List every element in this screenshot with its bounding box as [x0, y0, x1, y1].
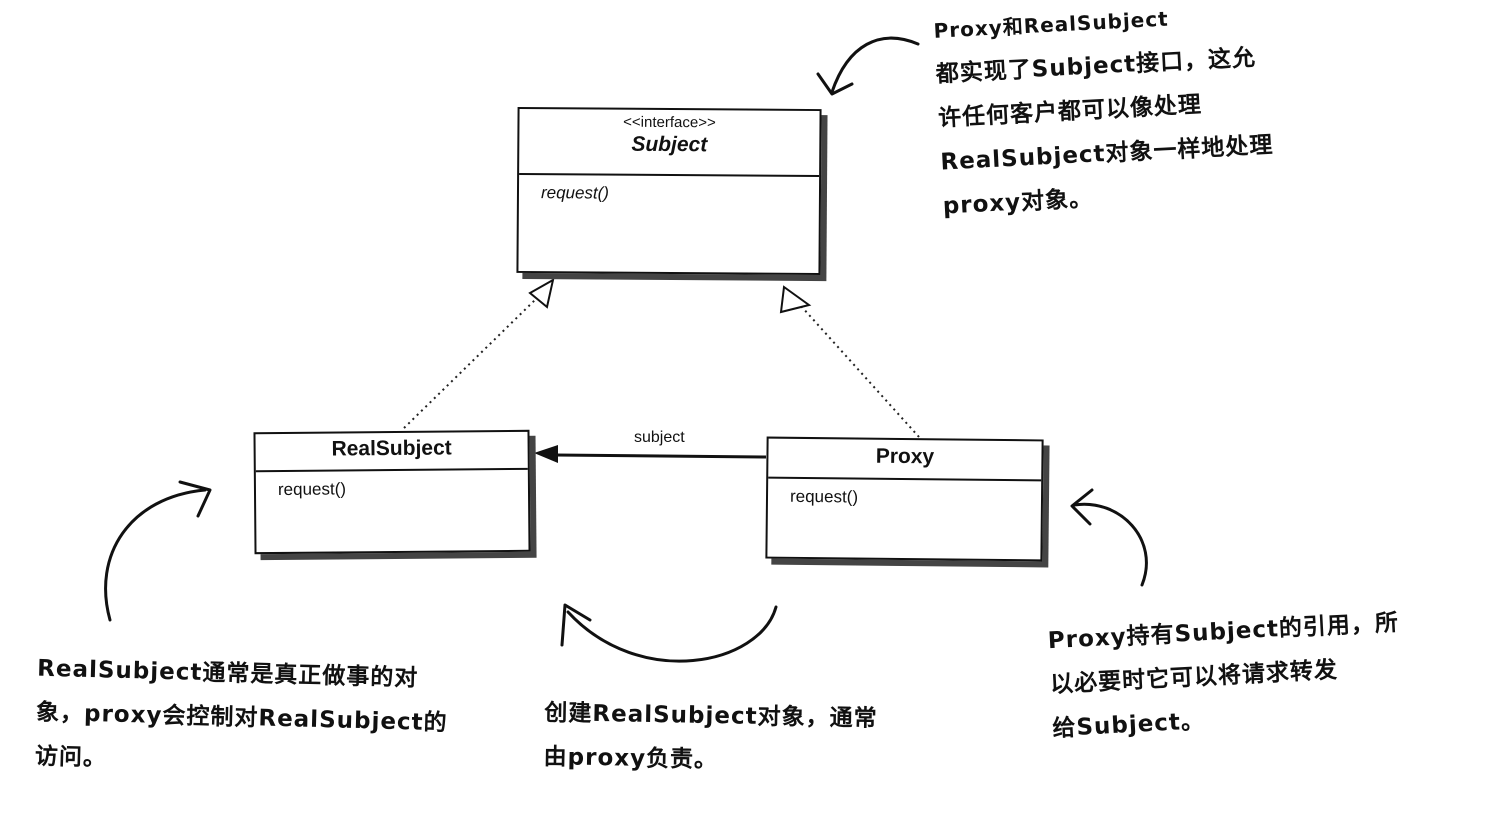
right-note-arrow: [1072, 502, 1148, 587]
proxy-request-operation: request(): [789, 486, 859, 507]
left-note-arrowhead: [178, 480, 212, 518]
realsubject-class-box: RealSubject request(): [253, 429, 531, 555]
left-note-arrow: [104, 488, 207, 622]
note-real-subject-role: RealSubject通常是真正做事的对 象，proxy会控制对RealSubj…: [34, 647, 449, 790]
proxy-header: Proxy: [768, 438, 1042, 482]
realsubject-class-name: RealSubject: [331, 436, 452, 461]
proxy-class-box: Proxy request(): [765, 436, 1044, 562]
note-line: 创建RealSubject对象，通常: [544, 700, 878, 732]
right-note-arrowhead: [1070, 488, 1094, 526]
realsubject-realization-line: [403, 297, 538, 429]
realsubject-request-operation: request(): [277, 479, 347, 499]
note-implements-interface: Proxy和RealSubject 都实现了Subject接口，这允 许任何客户…: [932, 0, 1276, 229]
subject-request-operation: request(): [540, 183, 610, 203]
proxy-class-name: Proxy: [875, 444, 935, 469]
realsubject-realization-arrowhead: [528, 278, 555, 309]
middle-note-arrowhead: [560, 603, 592, 647]
proxy-realization-line: [800, 305, 920, 438]
note-proxy-reference: Proxy持有Subject的引用，所 以必要时它可以将请求转发 给Subjec…: [1047, 601, 1405, 751]
realsubject-header: RealSubject: [255, 431, 528, 473]
subject-interface-box: <<interface>> Subject request(): [516, 106, 822, 276]
subject-header: <<interface>> Subject: [519, 108, 820, 178]
subject-class-name: Subject: [631, 132, 708, 157]
association-line: [554, 453, 767, 459]
note-line: 由proxy负责。: [543, 744, 719, 774]
association-arrowhead: [534, 445, 558, 463]
association-label: subject: [634, 429, 685, 446]
interface-stereotype: <<interface>>: [623, 113, 716, 132]
middle-note-arrow: [566, 605, 778, 663]
proxy-realization-arrowhead: [779, 285, 812, 314]
top-note-arrow: [830, 36, 920, 94]
note-creation: 创建RealSubject对象，通常 由proxy负责。: [543, 691, 878, 785]
